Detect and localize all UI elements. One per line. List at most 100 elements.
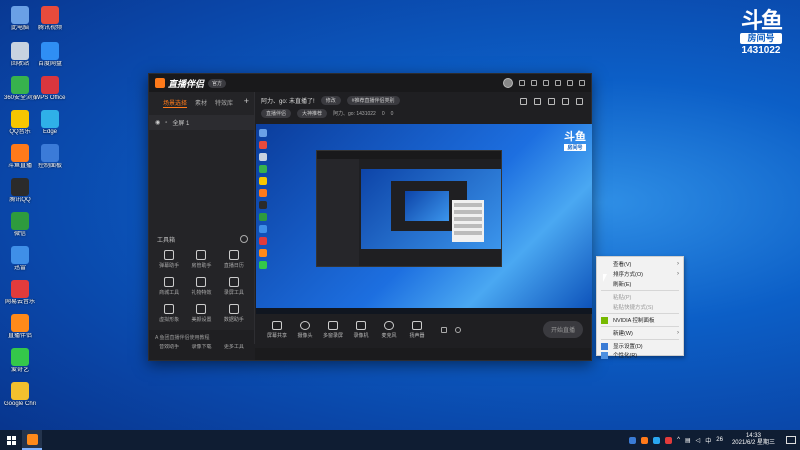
desktop-icon[interactable]: Google Chrome [4, 382, 36, 408]
desktop-icon[interactable]: 腾讯QQ [4, 178, 36, 204]
desktop-icon[interactable]: 百度网盘 [34, 42, 66, 68]
category-pill[interactable]: 直播伴侣 [261, 109, 292, 118]
speaker-button[interactable]: 扬声器 [403, 320, 431, 339]
video-tray-icon[interactable] [665, 436, 673, 444]
display-icon [601, 342, 608, 350]
chat-tray-icon[interactable] [653, 436, 661, 444]
desktop-icon[interactable]: 迅雷 [4, 246, 36, 272]
like-count: 0 [390, 110, 394, 117]
settings-icon[interactable] [455, 326, 461, 333]
tool-item[interactable]: 商城工具 [153, 277, 185, 296]
taskbar: ^ ▤ ◁ 中 26 14:33 2021/6/2 星期三 [0, 430, 800, 450]
delete-icon[interactable] [520, 98, 527, 105]
tool-item[interactable]: 直播日历 [218, 250, 250, 269]
category-pill-2[interactable]: 大神推荐 [297, 109, 328, 118]
tool-icon [196, 250, 207, 260]
record-icon[interactable] [534, 98, 541, 105]
menu-item-nvidia[interactable]: NVIDIA 控制面板 [597, 315, 683, 325]
app-tray-icon[interactable] [641, 436, 649, 444]
desktop-icon[interactable]: Edge [34, 110, 66, 136]
menu-item-view[interactable]: 查看(V) › [597, 259, 683, 269]
app-icon [11, 144, 29, 162]
desktop-icon[interactable]: 此电脑 [4, 6, 36, 32]
desktop-icon[interactable]: QQ音乐 [4, 110, 36, 136]
multi-window-button[interactable]: 多窗录屏 [319, 320, 347, 339]
minimize-icon[interactable] [555, 80, 561, 86]
stream-title[interactable]: 阿力、go: 未直播了! [261, 96, 315, 105]
start-button[interactable] [0, 430, 22, 450]
recorder-button[interactable]: 录像机 [347, 320, 375, 339]
taskbar-app-streaming[interactable] [22, 430, 42, 450]
menu-item-sort[interactable]: 排序方式(O) › [597, 269, 683, 279]
tool-item[interactable]: 礼物特效 [185, 277, 217, 296]
system-tray: ^ ▤ ◁ 中 26 14:33 2021/6/2 星期三 [629, 433, 800, 447]
desktop-icon[interactable]: WPS Office [34, 76, 66, 102]
network-icon[interactable]: ▤ [685, 437, 691, 444]
office-icon [41, 76, 59, 94]
menu-item-new[interactable]: 新建(W) › [597, 328, 683, 338]
volume-icon[interactable]: ◁ [696, 437, 701, 444]
tool-item[interactable]: 虚拟形象 [153, 304, 185, 323]
desktop-icon[interactable]: 直播伴侣 [4, 314, 36, 340]
desktop-icon[interactable]: 360安全浏览器 [4, 76, 36, 102]
desktop-icon[interactable]: 爱奇艺 [4, 348, 36, 374]
menu-item-refresh[interactable]: 刷新(E) [597, 279, 683, 289]
message-icon[interactable] [519, 80, 525, 86]
volume-level: 26 [716, 437, 723, 443]
video-icon[interactable] [441, 326, 447, 333]
app-icon [11, 314, 29, 332]
desktop-icon[interactable]: 腾讯视频 [34, 6, 66, 32]
close-icon[interactable] [579, 80, 585, 86]
ime-indicator[interactable]: 中 [705, 436, 711, 445]
maximize-icon[interactable] [567, 80, 573, 86]
chevron-up-icon[interactable]: ^ [677, 437, 680, 443]
lock-icon[interactable]: ▫ [165, 120, 167, 126]
clock[interactable]: 14:33 2021/6/2 星期三 [732, 433, 775, 447]
tool-item[interactable]: 录屏工具 [218, 277, 250, 296]
tab-effects[interactable]: 特效库 [215, 98, 233, 108]
camera-icon [300, 320, 310, 330]
add-scene-button[interactable]: + [244, 96, 249, 106]
desktop-icon[interactable]: 控制面板 [34, 144, 66, 170]
security-icon[interactable] [629, 436, 637, 444]
category-tag[interactable]: #推荐直播伴侣类别 [346, 96, 400, 105]
avatar[interactable] [503, 78, 513, 88]
window-icon [328, 320, 338, 330]
video-icon [11, 348, 29, 366]
screen-share-button[interactable]: 屏幕共享 [263, 320, 291, 339]
stream-preview[interactable]: 斗鱼 房间号 [256, 124, 592, 314]
tool-icon [164, 250, 175, 260]
desktop-icon[interactable]: 网易云音乐 [4, 280, 36, 306]
tutorial-link[interactable]: A 鱼团直播伴侣使用教程 [149, 330, 254, 344]
toolbox-header: 工具箱 [157, 235, 248, 244]
menu-item-personalize[interactable]: 个性化(R) [597, 350, 683, 360]
edit-title-button[interactable]: 修改 [320, 96, 341, 105]
tool-item[interactable]: 数据助手 [218, 304, 250, 323]
collapse-icon[interactable] [240, 235, 248, 243]
scene-name: 全屏 1 [172, 121, 190, 127]
notification-icon[interactable] [786, 436, 796, 444]
settings-icon[interactable] [531, 80, 537, 86]
tool-item[interactable]: 美颜设置 [185, 304, 217, 323]
share-icon[interactable] [576, 98, 583, 105]
tool-item[interactable]: 弹幕助手 [153, 250, 185, 269]
menu-icon[interactable] [543, 80, 549, 86]
eye-icon[interactable]: ◉ [155, 119, 160, 126]
monitor-icon[interactable] [562, 98, 569, 105]
start-live-button[interactable]: 开始直播 [542, 321, 583, 338]
desktop-icon[interactable]: 微信 [4, 212, 36, 238]
preview-taskbar [256, 308, 592, 314]
desktop-icon[interactable]: 回收站 [4, 42, 36, 68]
tool-icon [228, 250, 239, 260]
app-tag[interactable]: 官方 [208, 78, 227, 88]
save-icon[interactable] [548, 98, 555, 105]
microphone-button[interactable]: 麦克风 [375, 320, 403, 339]
camera-button[interactable]: 摄像头 [291, 320, 319, 339]
tab-materials[interactable]: 素材 [195, 98, 207, 108]
scene-item[interactable]: ◉ ▫ 全屏 1 [149, 115, 254, 130]
tool-item[interactable]: 房管助手 [185, 250, 217, 269]
desktop-icon[interactable]: 斗鱼直播 [4, 144, 36, 170]
tab-scenes[interactable]: 场景选择 [163, 98, 188, 108]
windows-icon [6, 435, 16, 445]
app-icon [41, 6, 59, 24]
